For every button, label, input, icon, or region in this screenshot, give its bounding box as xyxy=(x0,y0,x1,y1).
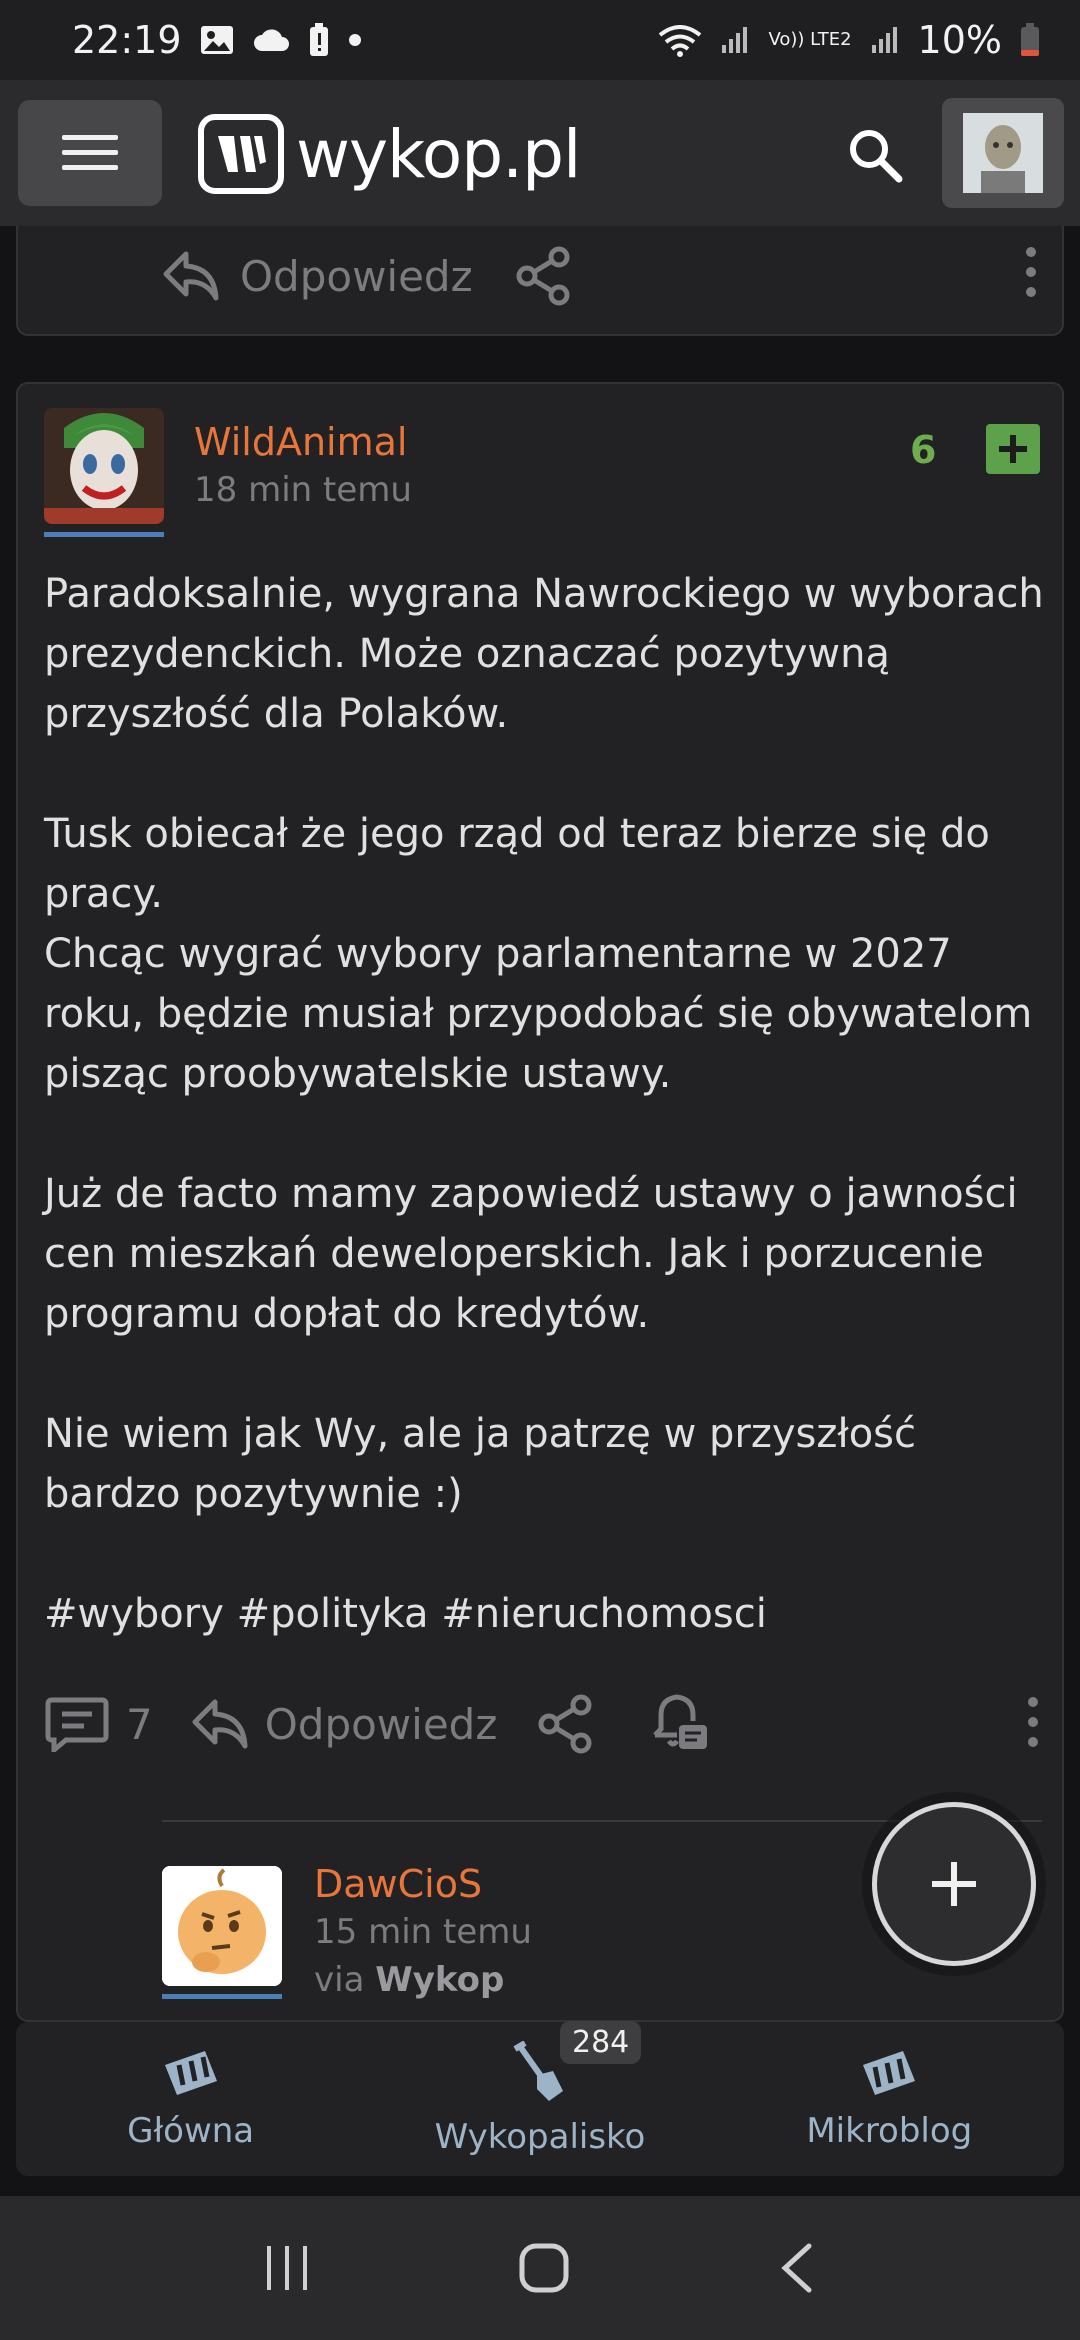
gallery-icon xyxy=(200,25,234,55)
app-bar: wykop.pl xyxy=(0,80,1080,226)
alert-battery-icon xyxy=(308,23,330,57)
nav-item-mikroblog[interactable]: Mikroblog xyxy=(739,2047,1039,2151)
post-content: Paradoksalnie, wygrana Nawrockiego w wyb… xyxy=(44,564,1044,1644)
post-actions: 7 Odpowiedz xyxy=(44,1684,1054,1764)
shovel-icon xyxy=(513,2041,563,2101)
previous-post-footer: Odpowiedz xyxy=(16,226,1064,336)
reply-via: via Wykop xyxy=(314,1960,504,2000)
upvote-button[interactable] xyxy=(986,424,1040,474)
subscribe-button[interactable] xyxy=(645,1691,711,1757)
status-time: 22:19 xyxy=(72,18,182,62)
share-button[interactable] xyxy=(535,1693,597,1755)
post-tags[interactable]: #wybory #polityka #nieruchomosci xyxy=(44,1584,1044,1644)
menu-button[interactable] xyxy=(18,100,162,206)
nav-label: Wykopalisko xyxy=(434,2117,646,2157)
nav-badge: 284 xyxy=(559,2021,642,2064)
via-app: Wykop xyxy=(375,1960,505,2000)
post-paragraph: Chcąc wygrać wybory parlamentarne w 2027… xyxy=(44,931,1033,1097)
plus-icon xyxy=(932,1862,976,1906)
cloud-icon xyxy=(252,27,290,53)
back-icon[interactable] xyxy=(777,2242,817,2294)
hamburger-icon xyxy=(62,135,118,170)
reply-timestamp[interactable]: 15 min temu xyxy=(314,1912,532,1952)
reply-icon xyxy=(192,1699,248,1749)
wifi-icon xyxy=(658,23,702,57)
post-timestamp[interactable]: 18 min temu xyxy=(194,470,412,510)
status-bar: 22:19 Vo)) LTE2 10% xyxy=(0,0,1080,80)
wykop-logo-icon xyxy=(198,114,284,194)
network-label: Vo)) LTE2 xyxy=(768,29,852,50)
share-icon[interactable] xyxy=(513,245,575,307)
recent-apps-icon[interactable] xyxy=(263,2244,311,2292)
post-paragraph: Nie wiem jak Wy, ale ja patrzę w przyszł… xyxy=(44,1411,917,1517)
comments-button[interactable]: 7 xyxy=(44,1696,153,1752)
logo-text: wykop.pl xyxy=(296,115,581,193)
post-paragraph: Już de facto mamy zapowiedź ustawy o jaw… xyxy=(44,1171,1018,1337)
post-paragraph: Tusk obiecał że jego rząd od teraz bierz… xyxy=(44,811,990,917)
nav-label: Mikroblog xyxy=(806,2111,973,2151)
comments-icon xyxy=(45,1697,109,1752)
share-icon xyxy=(538,1694,592,1754)
avatar-underline xyxy=(162,1994,282,1999)
nav-item-glowna[interactable]: Główna xyxy=(41,2047,341,2151)
reply-label: Odpowiedz xyxy=(264,1699,498,1749)
add-post-button[interactable] xyxy=(872,1802,1036,1966)
bell-icon xyxy=(653,1694,708,1749)
mikroblog-icon xyxy=(863,2051,916,2095)
signal-icon-2 xyxy=(870,25,900,55)
post-author-name[interactable]: WildAnimal xyxy=(194,420,407,464)
reply-icon[interactable] xyxy=(162,250,220,302)
search-button[interactable] xyxy=(840,120,910,190)
nav-item-wykopalisko[interactable]: 284 Wykopalisko xyxy=(390,2021,690,2157)
nav-label: Główna xyxy=(127,2111,255,2151)
dot-icon xyxy=(348,33,362,47)
reply-author-name[interactable]: DawCioS xyxy=(314,1862,482,1906)
home-icon[interactable] xyxy=(518,2242,570,2294)
reply-button[interactable]: Odpowiedz xyxy=(240,252,473,301)
avatar-underline xyxy=(44,532,164,537)
battery-icon xyxy=(1020,23,1040,57)
system-navigation-bar xyxy=(0,2196,1080,2340)
signal-icon xyxy=(720,25,750,55)
post-paragraph: Paradoksalnie, wygrana Nawrockiego w wyb… xyxy=(44,571,1044,737)
comment-count: 7 xyxy=(126,1699,153,1749)
more-options-icon[interactable] xyxy=(1026,1696,1040,1748)
plus-icon xyxy=(999,435,1027,463)
post-author-avatar[interactable] xyxy=(44,408,164,524)
via-prefix: via xyxy=(314,1960,365,2000)
reply-author-avatar[interactable] xyxy=(162,1866,282,1986)
wykop-home-icon xyxy=(164,2051,217,2095)
more-options-icon[interactable] xyxy=(1024,246,1038,298)
reply-button[interactable]: Odpowiedz xyxy=(191,1698,498,1750)
vote-count: 6 xyxy=(910,428,937,472)
avatar xyxy=(963,113,1043,193)
post-card: WildAnimal 18 min temu 6 Paradoksalnie, … xyxy=(16,382,1064,2022)
user-avatar-button[interactable] xyxy=(942,98,1064,208)
wykop-logo[interactable]: wykop.pl xyxy=(198,112,581,196)
bottom-navigation: Główna 284 Wykopalisko Mikroblog xyxy=(16,2021,1064,2176)
battery-percent: 10% xyxy=(917,18,1002,62)
search-icon xyxy=(850,130,903,183)
